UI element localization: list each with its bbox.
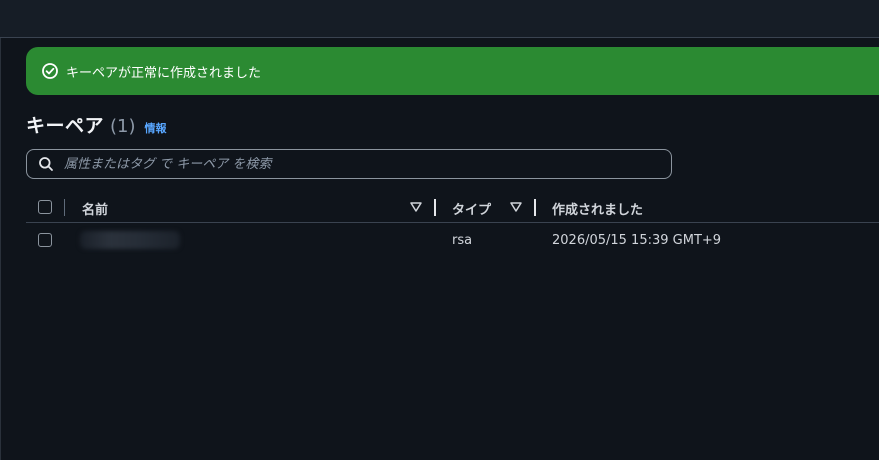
created-date-cell: 2026/05/15 15:39 GMT+9 [552,233,722,248]
column-divider [64,199,65,216]
column-header-type[interactable]: タイプ [452,199,491,218]
sort-down-icon[interactable] [510,202,522,212]
table-header-row: 名前 タイプ 作成されました [26,192,879,223]
column-header-name[interactable]: 名前 [82,199,108,218]
table-row[interactable]: rsa 2026/05/15 15:39 GMT+9 [26,226,879,256]
page-title: キーペア [26,115,105,137]
select-all-checkbox[interactable] [38,200,52,214]
search-box[interactable] [26,149,672,179]
column-header-created[interactable]: 作成されました [552,199,643,218]
left-panel-border [0,38,1,460]
success-check-icon [41,62,59,80]
flash-message: キーペアが正常に作成されました [66,65,262,81]
key-type-cell: rsa [452,233,473,248]
item-count: (1) [110,116,136,137]
column-resize-handle[interactable] [434,199,436,216]
sort-down-icon[interactable] [410,202,422,212]
success-flash-banner: キーペアが正常に作成されました [26,47,879,95]
search-input[interactable] [62,151,671,177]
page-header: キーペア (1) 情報 [26,111,167,137]
info-link[interactable]: 情報 [145,120,167,136]
row-checkbox[interactable] [38,233,52,247]
search-icon [38,156,54,172]
column-resize-handle[interactable] [534,199,536,216]
key-pair-name-redacted[interactable] [80,231,180,249]
top-navigation-bar [0,0,879,38]
